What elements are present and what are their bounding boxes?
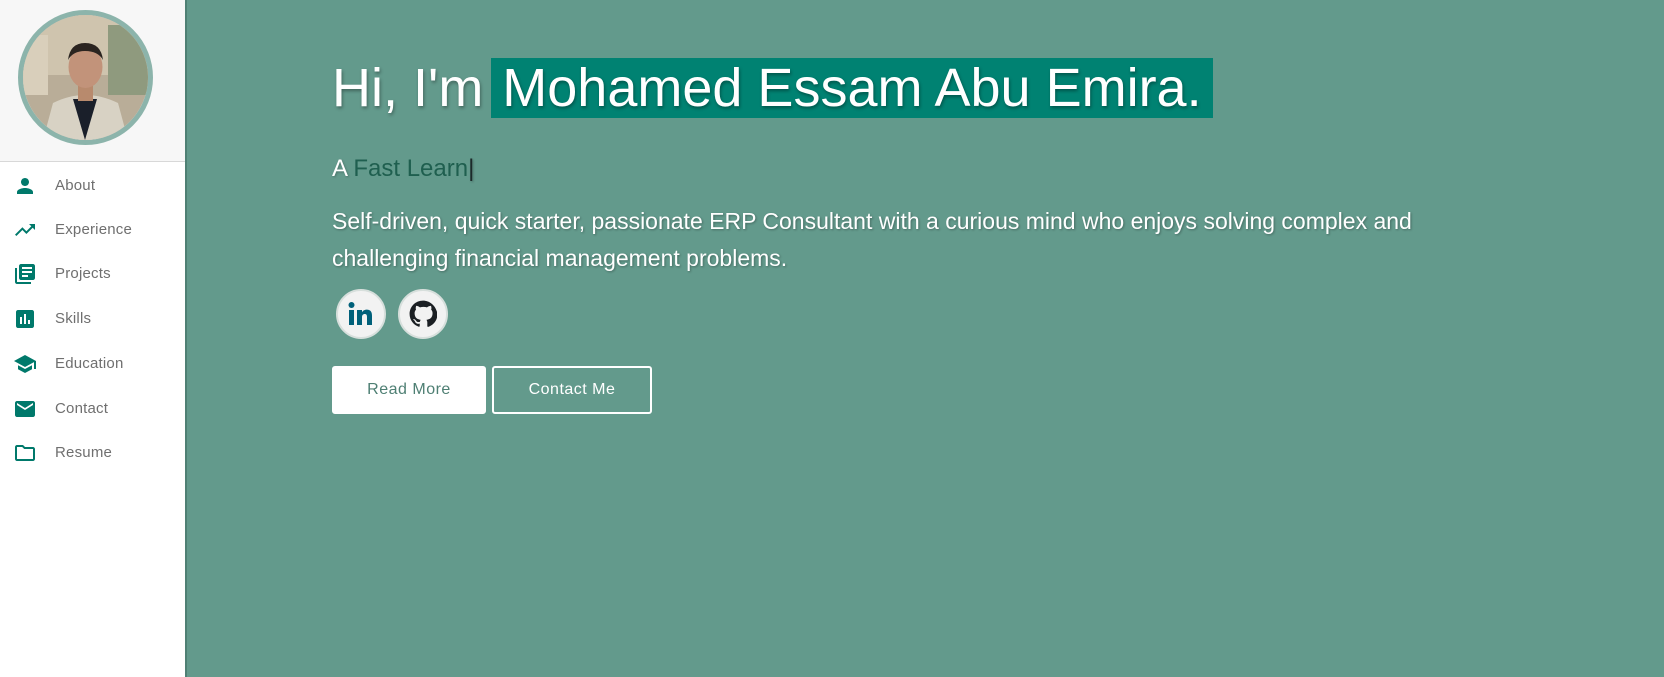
linkedin-button[interactable] <box>336 289 386 339</box>
linkedin-icon <box>348 302 372 325</box>
person-icon <box>17 178 33 194</box>
sidebar-item-projects[interactable]: Projects <box>0 254 185 294</box>
typed-role: Fast Learn <box>353 155 469 182</box>
sidebar-item-label: About <box>55 177 96 194</box>
sidebar-item-skills[interactable]: Skills <box>0 299 185 339</box>
contact-me-button[interactable]: Contact Me <box>492 366 652 414</box>
folder-icon <box>15 445 35 461</box>
sidebar-item-label: Education <box>55 355 124 372</box>
sidebar: About Experience Projects Skills Educati… <box>0 0 186 677</box>
sidebar-item-label: Skills <box>55 310 92 327</box>
sidebar-item-label: Experience <box>55 221 133 238</box>
tagline-prefix: A <box>332 155 347 182</box>
mail-icon <box>15 401 35 417</box>
github-icon <box>409 300 437 327</box>
sidebar-item-label: Contact <box>55 400 109 417</box>
sidebar-item-experience[interactable]: Experience <box>0 210 185 250</box>
page-title: Hi, I'm Mohamed Essam Abu Emira. <box>332 56 1213 120</box>
sidebar-item-resume[interactable]: Resume <box>0 433 185 473</box>
sidebar-item-contact[interactable]: Contact <box>0 389 185 429</box>
github-button[interactable] <box>398 289 448 339</box>
library-books-icon <box>15 264 35 284</box>
profile-header <box>0 0 185 162</box>
hero-section: Hi, I'm Mohamed Essam Abu Emira. A Fast L… <box>185 0 1664 677</box>
name-highlight: Mohamed Essam Abu Emira. <box>491 58 1213 118</box>
school-icon <box>14 355 36 373</box>
sidebar-item-label: Projects <box>55 265 111 282</box>
sidebar-item-education[interactable]: Education <box>0 344 185 384</box>
sidebar-item-about[interactable]: About <box>0 166 185 206</box>
greeting-text: Hi, I'm <box>332 58 484 118</box>
tagline: A Fast Learn| <box>332 155 474 183</box>
typing-cursor: | <box>468 155 475 182</box>
avatar <box>18 10 153 145</box>
description: Self-driven, quick starter, passionate E… <box>332 208 1412 271</box>
read-more-button[interactable]: Read More <box>332 366 486 414</box>
trending-up-icon <box>15 224 35 236</box>
bar-chart-icon <box>16 310 34 328</box>
sidebar-item-label: Resume <box>55 444 113 461</box>
